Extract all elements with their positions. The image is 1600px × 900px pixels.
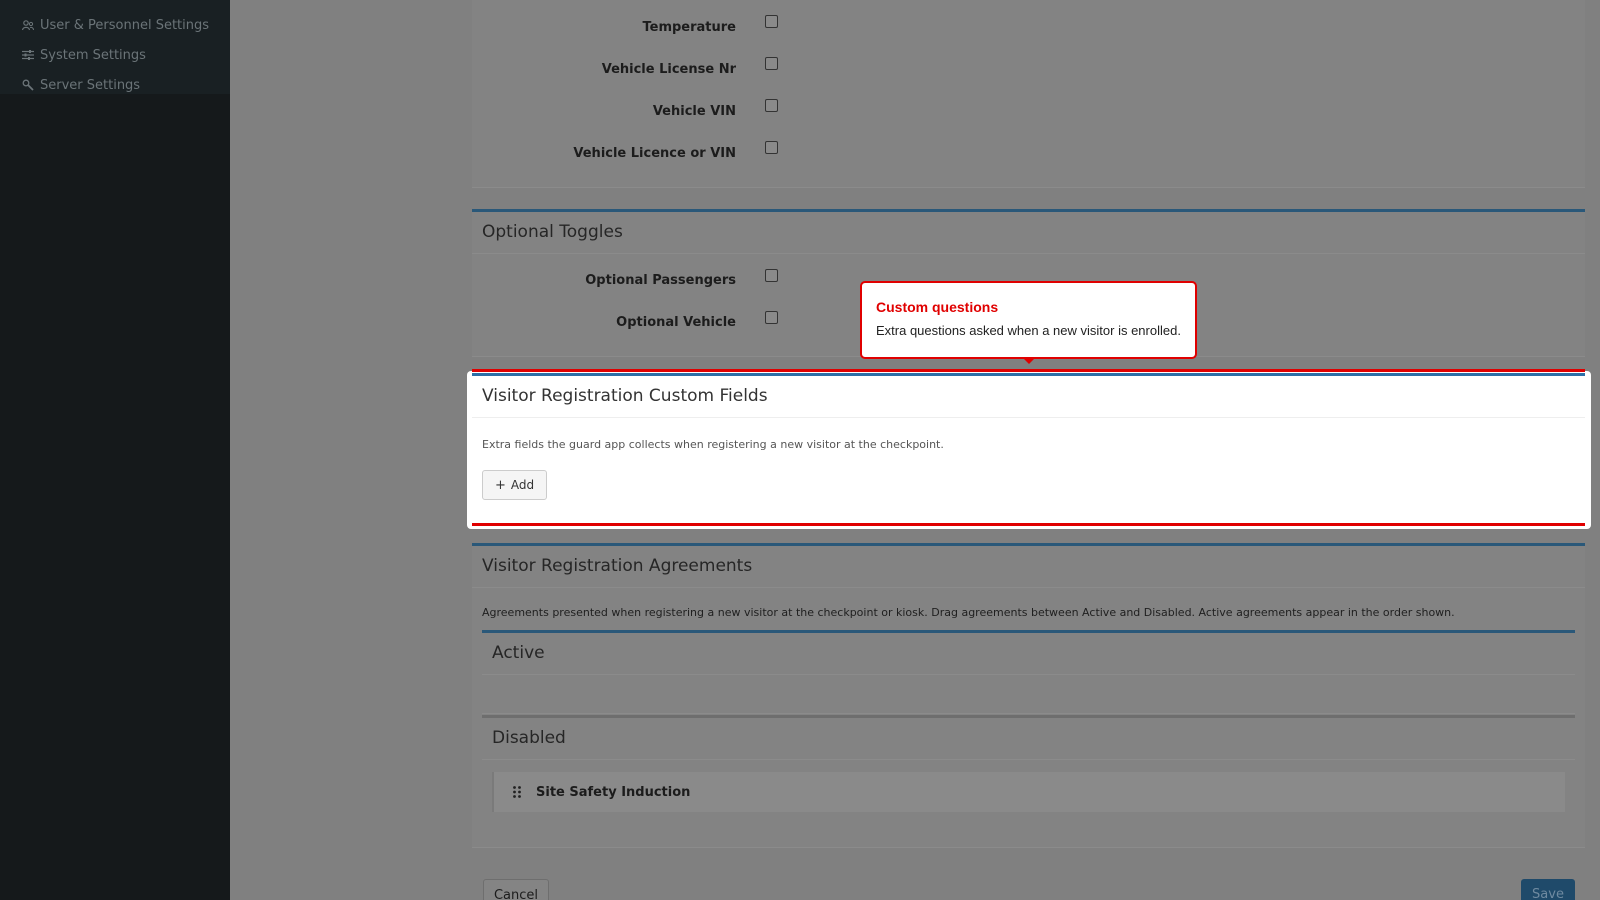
vehicle-vin-checkbox[interactable] <box>765 99 778 112</box>
form-row: Temperature <box>472 15 1585 45</box>
temperature-checkbox[interactable] <box>765 15 778 28</box>
add-button-label: Add <box>510 478 535 492</box>
agreement-label: Site Safety Induction <box>536 784 691 800</box>
tooltip-title: Custom questions <box>876 299 999 315</box>
agreement-item[interactable]: Site Safety Induction <box>492 772 1565 812</box>
plus-icon: + <box>495 477 506 493</box>
sidebar-item-server-settings[interactable]: Server Settings <box>0 70 230 100</box>
panel-title: Visitor Registration Agreements <box>472 546 1585 588</box>
active-title: Active <box>482 633 1575 675</box>
vehicle-license-nr-checkbox[interactable] <box>765 57 778 70</box>
panel-title: Optional Toggles <box>472 212 1585 254</box>
agreements-panel: Visitor Registration Agreements Agreemen… <box>472 543 1585 848</box>
sidebar: User & Personnel Settings System Setting… <box>0 0 230 900</box>
panel-title: Visitor Registration Custom Fields <box>472 376 1585 418</box>
add-custom-field-button[interactable]: + Add <box>482 470 548 500</box>
tooltip-arrow <box>1023 358 1035 364</box>
cancel-button[interactable]: Cancel <box>483 879 549 900</box>
drag-handle-icon[interactable] <box>512 785 522 799</box>
sidebar-item-label: Server Settings <box>40 77 141 93</box>
tooltip-body: Extra questions asked when a new visitor… <box>876 323 1181 338</box>
active-agreements-list[interactable]: Active <box>482 630 1575 714</box>
field-label-optional-vehicle: Optional Vehicle <box>616 315 736 330</box>
field-label-vehicle-license-nr: Vehicle License Nr <box>601 62 736 77</box>
form-row: Vehicle Licence or VIN <box>472 141 1585 171</box>
field-label-vehicle-licence-or-vin: Vehicle Licence or VIN <box>573 146 736 161</box>
custom-fields-description: Extra fields the guard app collects when… <box>482 438 944 451</box>
sidebar-item-label: User & Personnel Settings <box>40 17 210 33</box>
sidebar-item-user-personnel-settings[interactable]: User & Personnel Settings <box>0 10 230 40</box>
form-row: Vehicle VIN <box>472 99 1585 129</box>
disabled-agreements-list[interactable]: Disabled Site Safety Induction <box>482 715 1575 835</box>
agreements-description: Agreements presented when registering a … <box>482 606 1455 619</box>
field-label-optional-passengers: Optional Passengers <box>585 273 736 288</box>
wrench-icon <box>22 79 34 91</box>
guide-tooltip: Custom questions Extra questions asked w… <box>860 281 1197 364</box>
field-label-vehicle-vin: Vehicle VIN <box>652 104 736 119</box>
save-button[interactable]: Save <box>1521 879 1575 900</box>
custom-fields-panel: Visitor Registration Custom Fields Extra… <box>472 369 1585 526</box>
field-label-temperature: Temperature <box>642 20 736 35</box>
disabled-title: Disabled <box>482 718 1575 760</box>
vehicle-licence-or-vin-checkbox[interactable] <box>765 141 778 154</box>
sidebar-menu: User & Personnel Settings System Setting… <box>0 0 230 94</box>
sidebar-item-system-settings[interactable]: System Settings <box>0 40 230 70</box>
sliders-icon <box>22 49 34 61</box>
optional-passengers-checkbox[interactable] <box>765 269 778 282</box>
form-row: Vehicle License Nr <box>472 57 1585 87</box>
required-fields-panel: Temperature Vehicle License Nr Vehicle V… <box>472 0 1585 188</box>
optional-vehicle-checkbox[interactable] <box>765 311 778 324</box>
users-icon <box>22 19 34 31</box>
sidebar-item-label: System Settings <box>40 47 146 63</box>
